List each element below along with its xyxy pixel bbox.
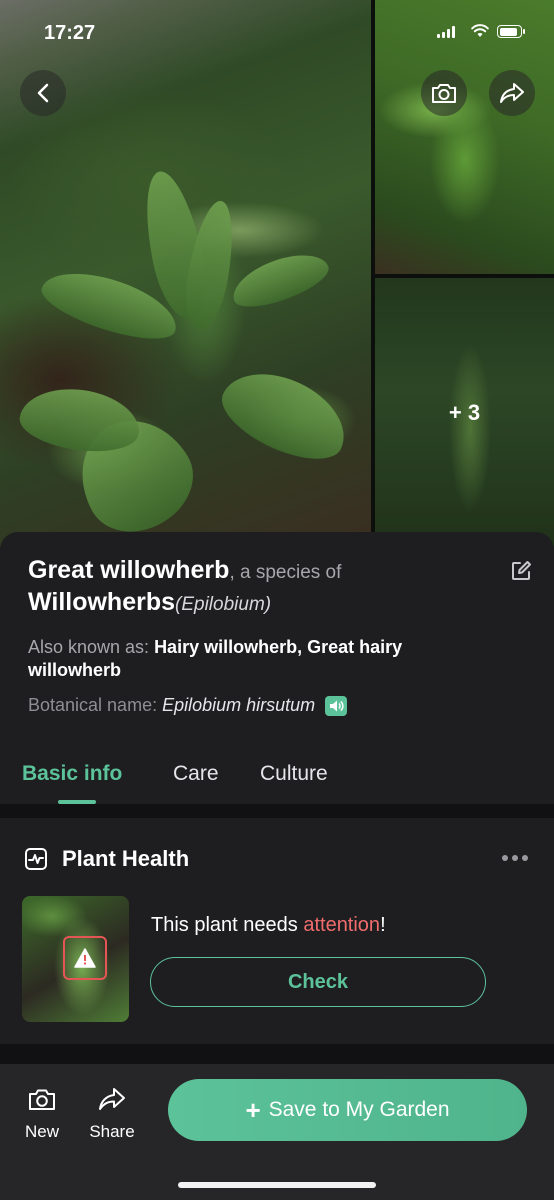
home-indicator[interactable]	[178, 1182, 376, 1188]
new-label: New	[24, 1122, 59, 1141]
tab-basic-info[interactable]: Basic info	[22, 762, 122, 786]
tab-culture[interactable]: Culture	[260, 762, 328, 786]
camera-icon	[29, 1089, 55, 1110]
new-button[interactable]: New	[14, 1086, 70, 1142]
photo-gallery: + 3	[0, 0, 554, 560]
plant-info-sheet: Great willowherb, a species of Willowher…	[0, 532, 554, 804]
share-icon	[99, 1088, 125, 1110]
share-icon	[500, 83, 524, 103]
back-button[interactable]	[20, 70, 66, 116]
health-message: This plant needs attention!	[151, 914, 386, 937]
camera-button[interactable]	[421, 70, 467, 116]
card-header: Plant Health	[24, 846, 189, 872]
speaker-icon[interactable]	[325, 695, 348, 716]
edit-icon[interactable]	[510, 560, 532, 582]
save-label: Save to My Garden	[268, 1098, 450, 1121]
plant-title: Great willowherb, a species of	[28, 556, 341, 585]
save-to-garden-button[interactable]: + Save to My Garden	[168, 1079, 527, 1141]
also-known-as: Also known as: Hairy willowherb, Great h…	[28, 636, 408, 682]
back-icon	[37, 83, 49, 103]
check-button[interactable]: Check	[150, 957, 486, 1007]
genus-latin: (Epilobium)	[175, 594, 272, 615]
species-of-text: , a species of	[229, 562, 342, 583]
tab-care[interactable]: Care	[173, 762, 219, 786]
health-message-highlight: attention	[303, 914, 381, 936]
more-photos-count[interactable]: + 3	[375, 400, 554, 426]
wifi-icon	[471, 24, 489, 37]
battery-icon	[497, 25, 525, 38]
health-thumbnail	[22, 896, 129, 1022]
status-bar: 17:27	[0, 0, 554, 60]
tab-indicator	[58, 800, 96, 804]
health-message-prefix: This plant needs	[151, 914, 304, 936]
more-icon[interactable]	[502, 855, 528, 861]
health-message-suffix: !	[380, 914, 386, 936]
bottom-action-bar: New Share + Save to My Garden	[0, 1064, 554, 1200]
signal-icon	[437, 26, 455, 38]
botanical-label: Botanical name:	[28, 695, 158, 715]
heart-rate-icon	[25, 848, 47, 870]
plus-icon: +	[245, 1094, 261, 1125]
share-button[interactable]: Share	[84, 1086, 140, 1142]
plant-health-card: Plant Health This plant needs attention!…	[0, 818, 554, 1044]
genus-line: Willowherbs(Epilobium)	[28, 588, 271, 617]
info-tabs: Basic info Care Culture	[0, 754, 554, 804]
camera-icon	[432, 84, 456, 103]
botanical-value: Epilobium hirsutum	[162, 695, 316, 715]
share-photo-button[interactable]	[489, 70, 535, 116]
genus-name[interactable]: Willowherbs	[28, 588, 175, 616]
share-label: Share	[89, 1122, 135, 1141]
warning-icon	[74, 948, 96, 968]
status-time: 17:27	[44, 22, 96, 44]
warning-marker	[63, 936, 107, 980]
card-title: Plant Health	[62, 846, 190, 871]
botanical-name-row: Botanical name: Epilobium hirsutum	[28, 695, 348, 716]
common-name: Great willowherb	[28, 556, 230, 584]
aka-label: Also known as:	[28, 637, 155, 657]
